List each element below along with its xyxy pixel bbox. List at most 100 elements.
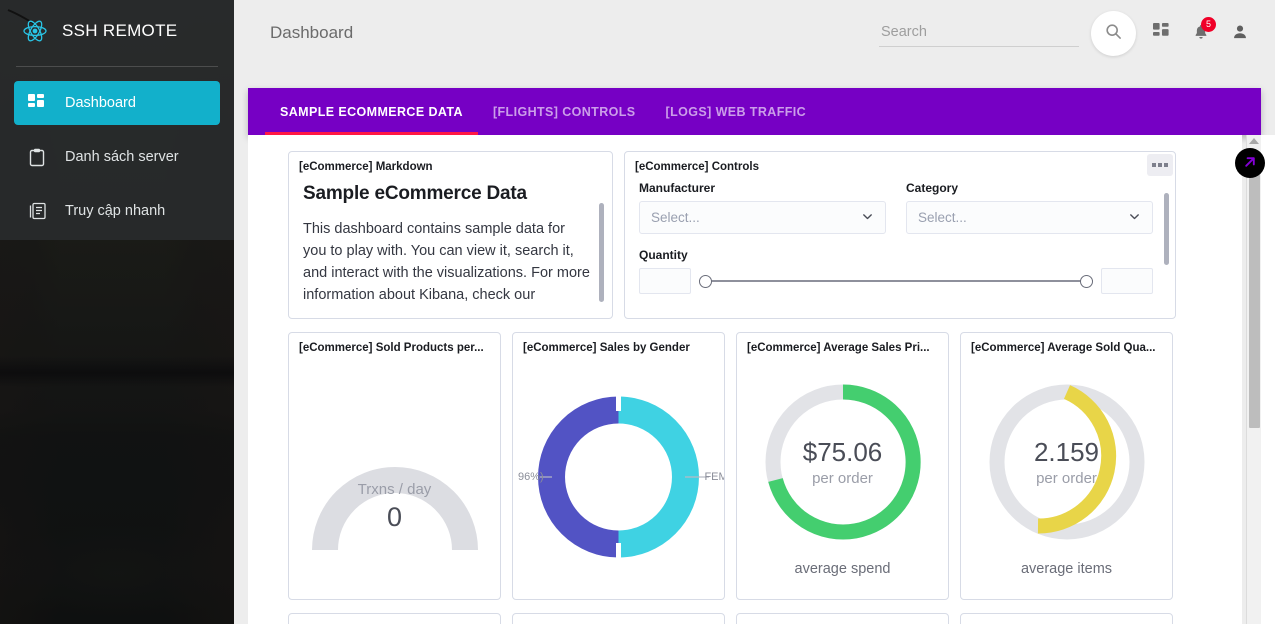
panel-average-sold-quantity[interactable]: [eCommerce] Average Sold Qua... 2.159 pe… (960, 332, 1173, 600)
controls-scrollbar[interactable] (1164, 193, 1169, 265)
scroll-up-arrow-icon[interactable] (1249, 138, 1259, 144)
dashboard-grid-icon (26, 92, 48, 114)
dashboard-row-3-partial (288, 613, 1229, 624)
manufacturer-select[interactable]: Select... (639, 201, 886, 234)
donut-label-male: 96%) (518, 471, 544, 483)
panel-sales-by-gender[interactable]: [eCommerce] Sales by Gender 96%) FE (512, 332, 725, 600)
topbar-actions: 5 (879, 10, 1275, 56)
controls-body: Manufacturer Select... Category Select..… (625, 177, 1175, 309)
tab-flights-controls[interactable]: [FLIGHTS] CONTROLS (478, 88, 651, 135)
search-wrap (879, 19, 1079, 47)
slider-handle-min[interactable] (699, 274, 712, 288)
clipboard-icon (26, 146, 48, 168)
panel-context-menu-icon[interactable] (1147, 154, 1173, 176)
app-root: SSH REMOTE Dashboard Danh sách server Tr… (0, 0, 1275, 624)
gauge-value: $75.06 (802, 437, 883, 467)
sidebar-item-dashboard[interactable]: Dashboard (14, 81, 220, 125)
quantity-max-input[interactable] (1101, 268, 1153, 294)
markdown-paragraph: This dashboard contains sample data for … (303, 221, 590, 303)
notifications-badge: 5 (1201, 16, 1216, 32)
notifications-button[interactable]: 5 (1181, 14, 1220, 53)
dashboard-scroll-area: [eCommerce] Markdown Sample eCommerce Da… (248, 135, 1242, 624)
tab-label: [LOGS] WEB TRAFFIC (665, 104, 807, 119)
control-category: Category Select... (906, 181, 1153, 234)
chevron-down-icon (1128, 210, 1141, 226)
dot (1164, 163, 1168, 167)
panel-partial[interactable] (512, 613, 725, 624)
sidebar-item-quick-access[interactable]: Truy cập nhanh (14, 189, 220, 233)
dashboard-frame: [eCommerce] Markdown Sample eCommerce Da… (248, 135, 1242, 624)
ring-gauge-green: $75.06 per order (758, 377, 928, 547)
slider-handle-max[interactable] (1080, 274, 1093, 288)
sidebar-item-label: Danh sách server (65, 149, 179, 165)
person-icon (1231, 23, 1249, 44)
control-label: Manufacturer (639, 181, 716, 195)
viz-body: 2.159 per order average items (961, 358, 1172, 596)
scrollbar-thumb[interactable] (1249, 151, 1260, 428)
tab-label: SAMPLE ECOMMERCE DATA (280, 104, 463, 119)
donut-chart: 96%) FEMA (516, 387, 724, 567)
control-label: Category (906, 181, 959, 195)
donut-label-female: FEMA (704, 471, 724, 483)
quantity-min-input[interactable] (639, 268, 691, 294)
account-button[interactable] (1220, 14, 1259, 53)
dashboard-row-2: [eCommerce] Sold Products per... Trxns /… (288, 332, 1229, 600)
brand[interactable]: SSH REMOTE (0, 0, 234, 62)
gauge-label: per order (1036, 470, 1097, 487)
quantity-slider-row (639, 268, 1153, 294)
topbar: Dashboard Search 5 (234, 0, 1275, 66)
panel-title: [eCommerce] Average Sales Pri... (747, 342, 930, 354)
tab-label: [FLIGHTS] CONTROLS (492, 104, 636, 119)
dashboard-row-1: [eCommerce] Markdown Sample eCommerce Da… (288, 151, 1229, 319)
panel-average-sales-price[interactable]: [eCommerce] Average Sales Pri... $75.06 … (736, 332, 949, 600)
panel-partial[interactable] (288, 613, 501, 624)
category-select-value: Select... (918, 210, 967, 225)
arc-gauge: Trxns / day 0 (311, 430, 479, 560)
gauge-value: 0 (386, 502, 403, 532)
sidebar-item-label: Dashboard (65, 95, 136, 111)
gauge-label: Trxns / day (357, 481, 432, 498)
panel-ecommerce-markdown[interactable]: [eCommerce] Markdown Sample eCommerce Da… (288, 151, 613, 319)
viz-body: $75.06 per order average spend (737, 358, 948, 596)
markdown-heading: Sample eCommerce Data (303, 183, 527, 204)
sidebar-item-label: Truy cập nhanh (65, 203, 166, 219)
expand-dashboard-button[interactable] (1235, 148, 1265, 178)
gauge-subtitle: average spend (794, 561, 891, 577)
dot (1152, 163, 1156, 167)
search-input[interactable] (879, 19, 1079, 47)
markdown-body: Sample eCommerce Data This dashboard con… (289, 177, 612, 307)
sidebar-item-server-list[interactable]: Danh sách server (14, 135, 220, 179)
tab-logs-web-traffic[interactable]: [LOGS] WEB TRAFFIC (651, 88, 822, 135)
panel-sold-products-per-day[interactable]: [eCommerce] Sold Products per... Trxns /… (288, 332, 501, 600)
panel-title: [eCommerce] Sold Products per... (299, 342, 484, 354)
panel-title: [eCommerce] Sales by Gender (523, 342, 690, 354)
react-logo-icon (22, 18, 48, 44)
panel-title: [eCommerce] Controls (635, 161, 759, 173)
dashboard-scrollbar[interactable] (1246, 135, 1261, 624)
panel-partial[interactable] (736, 613, 949, 624)
slider-track (699, 280, 1093, 282)
sidebar: SSH REMOTE Dashboard Danh sách server Tr… (0, 0, 234, 624)
apps-button[interactable] (1142, 14, 1181, 53)
gauge-subtitle: average items (1020, 561, 1113, 577)
quantity-slider[interactable] (699, 268, 1093, 294)
panel-partial[interactable] (960, 613, 1173, 624)
tab-sample-ecommerce-data[interactable]: SAMPLE ECOMMERCE DATA (265, 88, 478, 135)
main-area: Dashboard Search 5 SAMPLE ECOMMERCE DATA… (234, 0, 1275, 624)
control-quantity: Quantity (639, 248, 1153, 294)
markdown-scrollbar[interactable] (599, 203, 604, 302)
gauge-value: 2.159 (1033, 437, 1100, 467)
arrow-up-right-icon (1242, 154, 1258, 173)
gauge-label: per order (812, 470, 873, 487)
list-book-icon (26, 200, 48, 222)
category-select[interactable]: Select... (906, 201, 1153, 234)
viz-body: Trxns / day 0 (289, 358, 500, 596)
control-label: Quantity (639, 248, 688, 262)
search-button[interactable] (1091, 10, 1136, 56)
panel-title: [eCommerce] Markdown (299, 161, 433, 173)
control-manufacturer: Manufacturer Select... (639, 181, 886, 234)
sidebar-divider (16, 66, 218, 67)
viz-body: 96%) FEMA (513, 358, 724, 596)
sidebar-nav: Dashboard Danh sách server Truy cập nhan… (0, 81, 234, 233)
panel-ecommerce-controls[interactable]: [eCommerce] Controls Manufacturer Select… (624, 151, 1176, 319)
